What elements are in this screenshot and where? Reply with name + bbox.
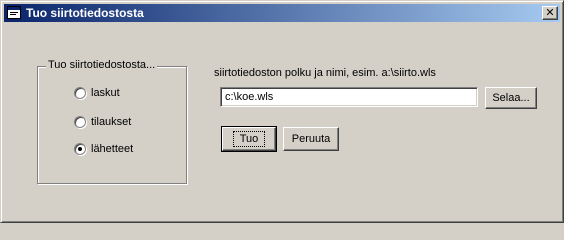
radio-label[interactable]: tilaukset (91, 116, 131, 128)
file-path-input[interactable]: c:\koe.wls (220, 87, 478, 107)
window-title: Tuo siirtotiedostosta (26, 6, 144, 20)
title-bar[interactable]: Tuo siirtotiedostosta ✕ (4, 4, 560, 22)
radio-button-selected-icon[interactable] (74, 143, 86, 155)
radio-button-icon[interactable] (74, 87, 86, 99)
radio-label[interactable]: laskut (91, 87, 120, 99)
file-path-label: siirtotiedoston polku ja nimi, esim. a:\… (214, 67, 436, 79)
import-type-group-legend: Tuo siirtotiedostosta... (46, 59, 158, 71)
cancel-button[interactable]: Peruuta (283, 127, 339, 151)
import-dialog: Tuo siirtotiedostosta ✕ Tuo siirtotiedos… (0, 0, 564, 223)
close-button[interactable]: ✕ (542, 6, 558, 20)
app-window-icon (7, 6, 21, 19)
import-button[interactable]: Tuo (221, 126, 277, 152)
radio-button-icon[interactable] (74, 116, 86, 128)
import-button-label: Tuo (232, 131, 266, 147)
close-icon: ✕ (545, 6, 555, 19)
browse-button[interactable]: Selaa... (485, 87, 537, 109)
radio-label[interactable]: lähetteet (91, 143, 133, 155)
